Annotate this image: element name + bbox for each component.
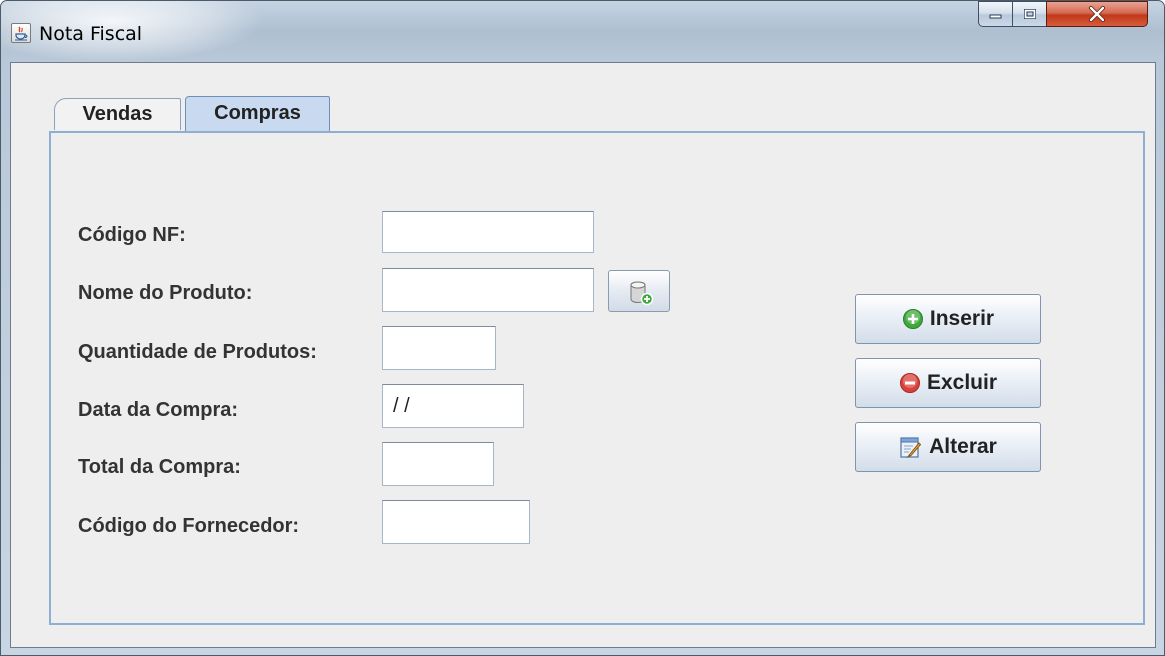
codigo-fornecedor-label: Código do Fornecedor: <box>78 515 300 537</box>
product-lookup-button[interactable] <box>608 270 670 312</box>
close-icon <box>1089 6 1105 22</box>
total-compra-label: Total da Compra: <box>78 456 241 478</box>
inserir-button[interactable]: Inserir <box>855 294 1041 344</box>
alterar-label: Alterar <box>929 435 997 458</box>
data-compra-input[interactable] <box>382 384 524 428</box>
tab-compras[interactable]: Compras <box>185 96 330 131</box>
total-compra-input[interactable] <box>382 442 494 486</box>
codigo-nf-label: Código NF: <box>78 224 186 246</box>
java-icon[interactable] <box>11 23 31 43</box>
inserir-label: Inserir <box>929 307 995 330</box>
quantidade-label: Quantidade de Produtos: <box>78 341 317 363</box>
codigo-fornecedor-input[interactable] <box>382 500 530 544</box>
application-window: Nota Fiscal Vendas Compras Código NF: No… <box>0 0 1165 656</box>
nome-produto-input[interactable] <box>382 268 594 312</box>
excluir-label: Excluir <box>926 371 998 394</box>
excluir-button[interactable]: Excluir <box>855 358 1041 408</box>
codigo-nf-input[interactable] <box>382 211 594 253</box>
tab-vendas[interactable]: Vendas <box>54 98 181 130</box>
window-content: Vendas Compras Código NF: Nome do Produt… <box>10 62 1156 648</box>
close-button[interactable] <box>1046 1 1148 27</box>
alterar-button[interactable]: Alterar <box>855 422 1041 472</box>
window-title: Nota Fiscal <box>39 23 143 45</box>
database-add-icon <box>630 281 654 306</box>
remove-circle-icon <box>899 373 920 393</box>
minimize-icon <box>989 14 1001 19</box>
maximize-button[interactable] <box>1012 1 1047 27</box>
quantidade-input[interactable] <box>382 326 496 370</box>
add-circle-icon <box>902 309 923 329</box>
minimize-button[interactable] <box>978 1 1013 27</box>
maximize-icon <box>1023 9 1036 19</box>
edit-form-icon <box>900 437 922 459</box>
title-bar[interactable]: Nota Fiscal <box>1 1 1164 61</box>
nome-produto-label: Nome do Produto: <box>78 282 253 304</box>
data-compra-label: Data da Compra: <box>78 399 239 421</box>
